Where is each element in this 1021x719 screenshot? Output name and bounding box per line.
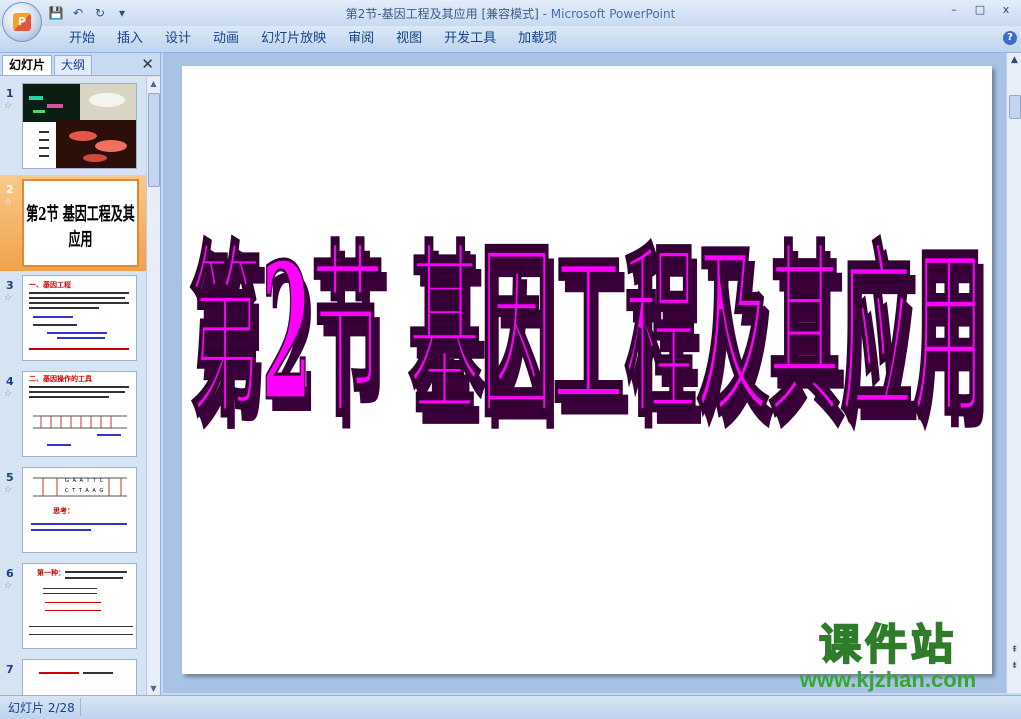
- help-icon[interactable]: ?: [1003, 31, 1017, 45]
- thumbnail-heading: 思考：: [53, 507, 74, 515]
- slide-number: 1: [6, 87, 14, 100]
- kjzhan-watermark: 课件站 www.kjzhan.com: [768, 620, 1008, 694]
- animation-star-icon: ☆: [4, 197, 13, 207]
- thumbnail-slide-1[interactable]: 1 ☆: [0, 79, 146, 175]
- status-divider: [80, 698, 81, 716]
- tab-view[interactable]: 视图: [385, 30, 433, 48]
- wordart-title: 第2节 基因工程及其应用 第2节 基因工程及其应用: [188, 223, 990, 456]
- thumbnail-list: 1 ☆ 2 ☆ 第2节 基因工程及其应用 3 ☆ 一、基因工程 4 ☆ 二、基因…: [0, 77, 146, 695]
- tab-slides[interactable]: 幻灯片: [2, 55, 53, 75]
- previous-slide-icon[interactable]: ⇞: [1009, 645, 1020, 655]
- scroll-up-icon[interactable]: ▲: [147, 77, 160, 90]
- watermark-url: www.kjzhan.com: [799, 667, 977, 692]
- animation-star-icon: ☆: [4, 581, 13, 591]
- ribbon-tabs: 开始 插入 设计 动画 幻灯片放映 审阅 视图 开发工具 加载项: [58, 30, 568, 48]
- tab-review[interactable]: 审阅: [337, 30, 385, 48]
- slide-editing-area: 第2节 基因工程及其应用 第2节 基因工程及其应用: [163, 53, 1006, 693]
- window-title: 第2节-基因工程及其应用 [兼容模式] - Microsoft PowerPoi…: [0, 5, 1021, 22]
- office-logo-icon: P: [13, 13, 31, 31]
- close-panel-icon[interactable]: ✕: [141, 55, 154, 73]
- close-button[interactable]: x: [999, 3, 1013, 16]
- thumbnail-slide-2[interactable]: 2 ☆ 第2节 基因工程及其应用: [0, 175, 146, 271]
- tab-animations[interactable]: 动画: [202, 30, 250, 48]
- tab-outline[interactable]: 大纲: [54, 55, 93, 75]
- slide-preview: 第2节 基因工程及其应用: [22, 179, 139, 267]
- tab-design[interactable]: 设计: [154, 30, 202, 48]
- current-slide[interactable]: 第2节 基因工程及其应用 第2节 基因工程及其应用: [182, 66, 992, 674]
- slides-panel: 幻灯片 大纲 ✕ 1 ☆ 2 ☆ 第2节 基因工程及其应用 3 ☆ 一、基因工程…: [0, 53, 161, 695]
- panel-tabs: 幻灯片 大纲 ✕: [0, 53, 160, 76]
- text-lines-decoration: [39, 672, 113, 674]
- slide-counter: 幻灯片 2/28: [8, 701, 75, 715]
- animation-star-icon: ☆: [4, 485, 13, 495]
- slide-preview: [22, 659, 137, 695]
- thumbnail-slide-4[interactable]: 4 ☆ 二、基因操作的工具: [0, 367, 146, 463]
- tab-insert[interactable]: 插入: [106, 30, 154, 48]
- slide-preview: 一、基因工程: [22, 275, 137, 361]
- title-bar: 💾 ↶ ↻ ▾ 第2节-基因工程及其应用 [兼容模式] - Microsoft …: [0, 0, 1021, 26]
- thumbnail-slide-5[interactable]: 5 ☆ G A A T T C C T T A A G 思考：: [0, 463, 146, 559]
- slide-title[interactable]: 第2节 基因工程及其应用: [188, 223, 985, 444]
- thumbnail-scrollbar[interactable]: ▲ ▼: [146, 77, 160, 695]
- scrollbar-thumb[interactable]: [148, 93, 160, 187]
- thumbnail-slide-6[interactable]: 6 ☆ 第一种：: [0, 559, 146, 655]
- animation-star-icon: ☆: [4, 389, 13, 399]
- sequence-bottom: C T T A A G: [65, 488, 105, 494]
- scroll-up-icon[interactable]: ▲: [1009, 55, 1020, 65]
- animation-star-icon: ☆: [4, 101, 13, 111]
- slide-number: 6: [6, 567, 14, 580]
- slide-number: 5: [6, 471, 14, 484]
- animation-star-icon: ☆: [4, 293, 13, 303]
- next-slide-icon[interactable]: ⇟: [1009, 661, 1020, 671]
- maximize-button[interactable]: □: [973, 3, 987, 16]
- fish-photos-image: [23, 84, 136, 168]
- slide-preview: G A A T T C C T T A A G 思考：: [22, 467, 137, 553]
- status-bar: 幻灯片 2/28: [0, 695, 1021, 719]
- tab-slideshow[interactable]: 幻灯片放映: [250, 30, 337, 48]
- document-title: 第2节-基因工程及其应用 [兼容模式]: [345, 7, 539, 21]
- thumbnail-slide-3[interactable]: 3 ☆ 一、基因工程: [0, 271, 146, 367]
- tab-addins[interactable]: 加载项: [507, 30, 568, 48]
- slide-preview: [22, 83, 137, 169]
- thumbnail-heading: 第一种：: [37, 569, 65, 577]
- office-button[interactable]: P: [2, 2, 42, 42]
- tab-developer[interactable]: 开发工具: [433, 30, 507, 48]
- slide-number: 3: [6, 279, 14, 292]
- dna-diagram: [29, 386, 129, 446]
- minimize-button[interactable]: –: [947, 3, 961, 16]
- window-controls: – □ x: [947, 3, 1013, 16]
- watermark-logo-text: 课件站: [818, 620, 957, 669]
- tab-home[interactable]: 开始: [58, 30, 106, 48]
- ribbon: 开始 插入 设计 动画 幻灯片放映 审阅 视图 开发工具 加载项 ?: [0, 26, 1021, 53]
- scroll-down-icon[interactable]: ▼: [147, 682, 160, 695]
- slide-number: 7: [6, 663, 14, 676]
- app-name: - Microsoft PowerPoint: [542, 7, 676, 21]
- thumbnail-slide-7[interactable]: 7: [0, 655, 146, 695]
- slide-number: 4: [6, 375, 14, 388]
- slide-preview: 二、基因操作的工具: [22, 371, 137, 457]
- slide-preview: 第一种：: [22, 563, 137, 649]
- sequence-top: G A A T T C: [65, 478, 105, 484]
- thumbnail-title: 第2节 基因工程及其应用: [26, 203, 135, 251]
- slide-number: 2: [6, 183, 14, 196]
- slide-scrollbar[interactable]: ▲ ⇞ ⇟: [1006, 53, 1021, 693]
- thumbnail-heading: 一、基因工程: [29, 281, 71, 289]
- thumbnail-heading: 二、基因操作的工具: [29, 375, 92, 383]
- scrollbar-thumb[interactable]: [1009, 95, 1021, 119]
